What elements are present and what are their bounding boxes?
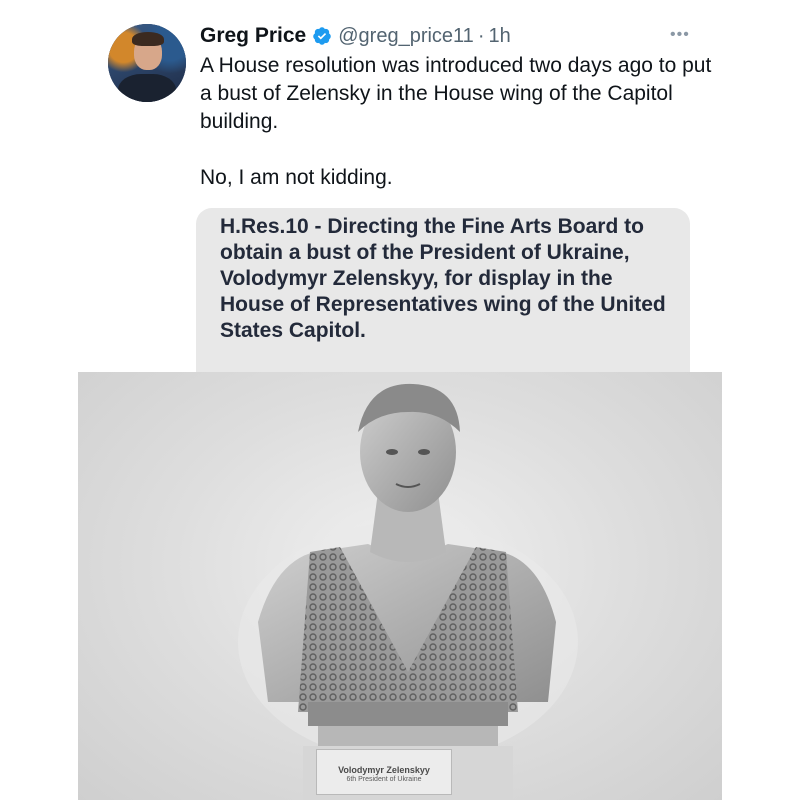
card-title: H.Res.10 - Directing the Fine Arts Board… xyxy=(220,215,666,342)
tweet-text: A House resolution was introduced two da… xyxy=(200,52,720,192)
tweet-time[interactable]: 1h xyxy=(488,22,510,50)
bust-plaque: Volodymyr Zelenskyy 6th President of Ukr… xyxy=(316,749,452,795)
avatar[interactable] xyxy=(108,24,186,102)
author-handle[interactable]: @greg_price11 xyxy=(338,22,474,50)
plaque-subtitle: 6th President of Ukraine xyxy=(346,776,422,783)
author-name[interactable]: Greg Price xyxy=(200,22,306,50)
tweet-text-paragraph-2: No, I am not kidding. xyxy=(200,166,393,189)
bust-illustration xyxy=(238,383,578,800)
more-options-icon[interactable]: ••• xyxy=(670,26,690,44)
plaque-name: Volodymyr Zelenskyy xyxy=(338,765,430,775)
separator-dot: · xyxy=(477,25,485,47)
tweet-header: Greg Price @greg_price11 · 1h xyxy=(200,22,511,50)
verified-badge-icon xyxy=(313,27,331,45)
tweet-text-paragraph-1: A House resolution was introduced two da… xyxy=(200,54,712,133)
bust-image[interactable]: Volodymyr Zelenskyy 6th President of Ukr… xyxy=(78,372,722,800)
link-card[interactable]: H.Res.10 - Directing the Fine Arts Board… xyxy=(196,208,690,388)
